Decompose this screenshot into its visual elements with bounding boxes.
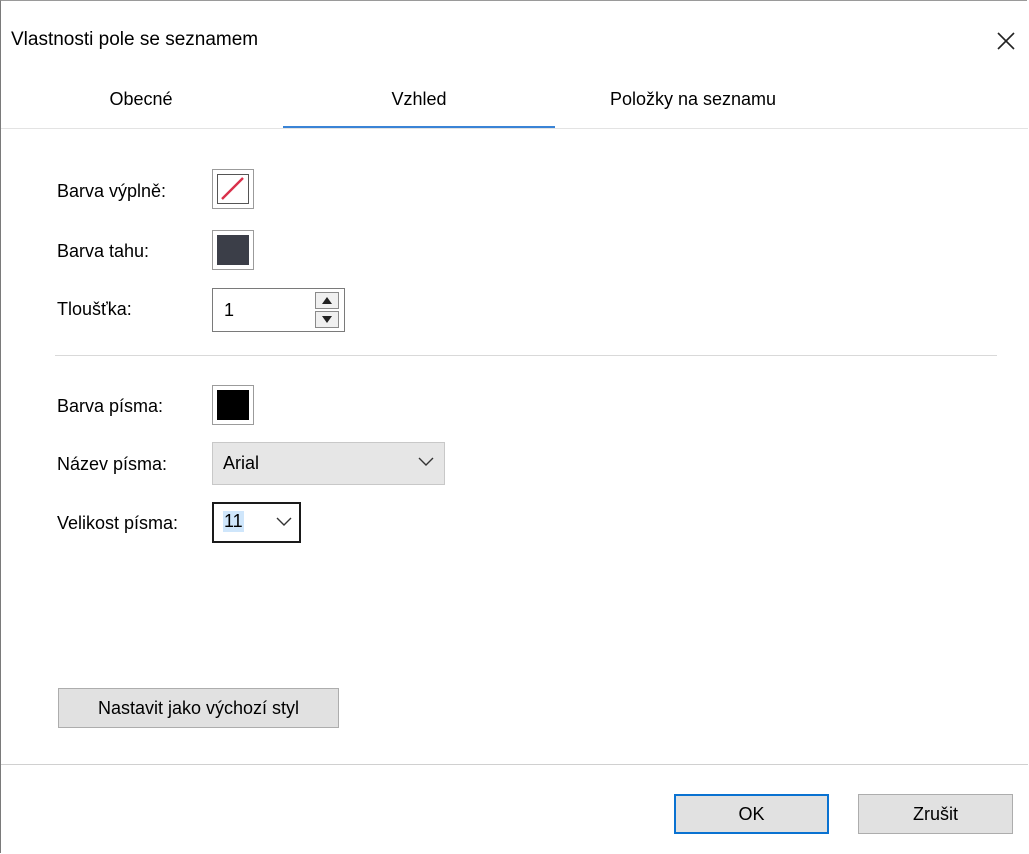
stroke-color-swatch — [217, 235, 249, 265]
chevron-down-icon — [418, 457, 434, 466]
font-color-swatch — [217, 390, 249, 420]
close-button[interactable] — [986, 21, 1026, 61]
tab-divider — [1, 128, 1028, 129]
close-icon — [997, 32, 1015, 50]
font-name-value: Arial — [223, 453, 260, 473]
no-fill-icon — [221, 177, 244, 200]
footer-divider — [1, 764, 1028, 765]
dialog-title: Vlastnosti pole se seznamem — [11, 29, 259, 50]
ok-button[interactable]: OK — [674, 794, 829, 834]
tab-list-items-label: Položky na seznamu — [609, 89, 777, 109]
triangle-up-icon — [322, 297, 332, 304]
thickness-label: Tloušťka: — [57, 299, 132, 319]
tab-general[interactable]: Obecné — [1, 77, 281, 129]
fill-color-picker[interactable] — [212, 169, 254, 209]
tab-appearance-label: Vzhled — [391, 89, 447, 109]
font-size-dropdown[interactable]: 11 — [212, 502, 301, 543]
font-color-label: Barva písma: — [57, 396, 164, 416]
title-bar: Vlastnosti pole se seznamem — [1, 1, 1028, 77]
font-size-label: Velikost písma: — [57, 513, 179, 533]
stroke-color-label: Barva tahu: — [57, 241, 150, 261]
triangle-down-icon — [322, 316, 332, 323]
cancel-button[interactable]: Zrušit — [858, 794, 1013, 834]
thickness-value[interactable]: 1 — [224, 300, 234, 321]
font-name-label: Název písma: — [57, 454, 168, 474]
thickness-stepper[interactable]: 1 — [212, 288, 345, 332]
thickness-increment-button[interactable] — [315, 292, 339, 309]
font-size-value[interactable]: 11 — [223, 511, 244, 532]
dialog-window: Vlastnosti pole se seznamem Obecné Vzhle… — [0, 0, 1028, 853]
tab-appearance[interactable]: Vzhled — [283, 77, 555, 129]
font-name-dropdown[interactable]: Arial — [212, 442, 445, 485]
tab-general-label: Obecné — [109, 89, 173, 109]
font-color-picker[interactable] — [212, 385, 254, 425]
tab-list-items[interactable]: Položky na seznamu — [557, 77, 829, 129]
fill-color-label: Barva výplně: — [57, 181, 167, 201]
tab-bar: Obecné Vzhled Položky na seznamu — [1, 77, 1028, 129]
set-default-style-button[interactable]: Nastavit jako výchozí styl — [58, 688, 339, 728]
thickness-decrement-button[interactable] — [315, 311, 339, 328]
stroke-color-picker[interactable] — [212, 230, 254, 270]
chevron-down-icon — [276, 517, 292, 526]
section-divider — [55, 355, 997, 356]
